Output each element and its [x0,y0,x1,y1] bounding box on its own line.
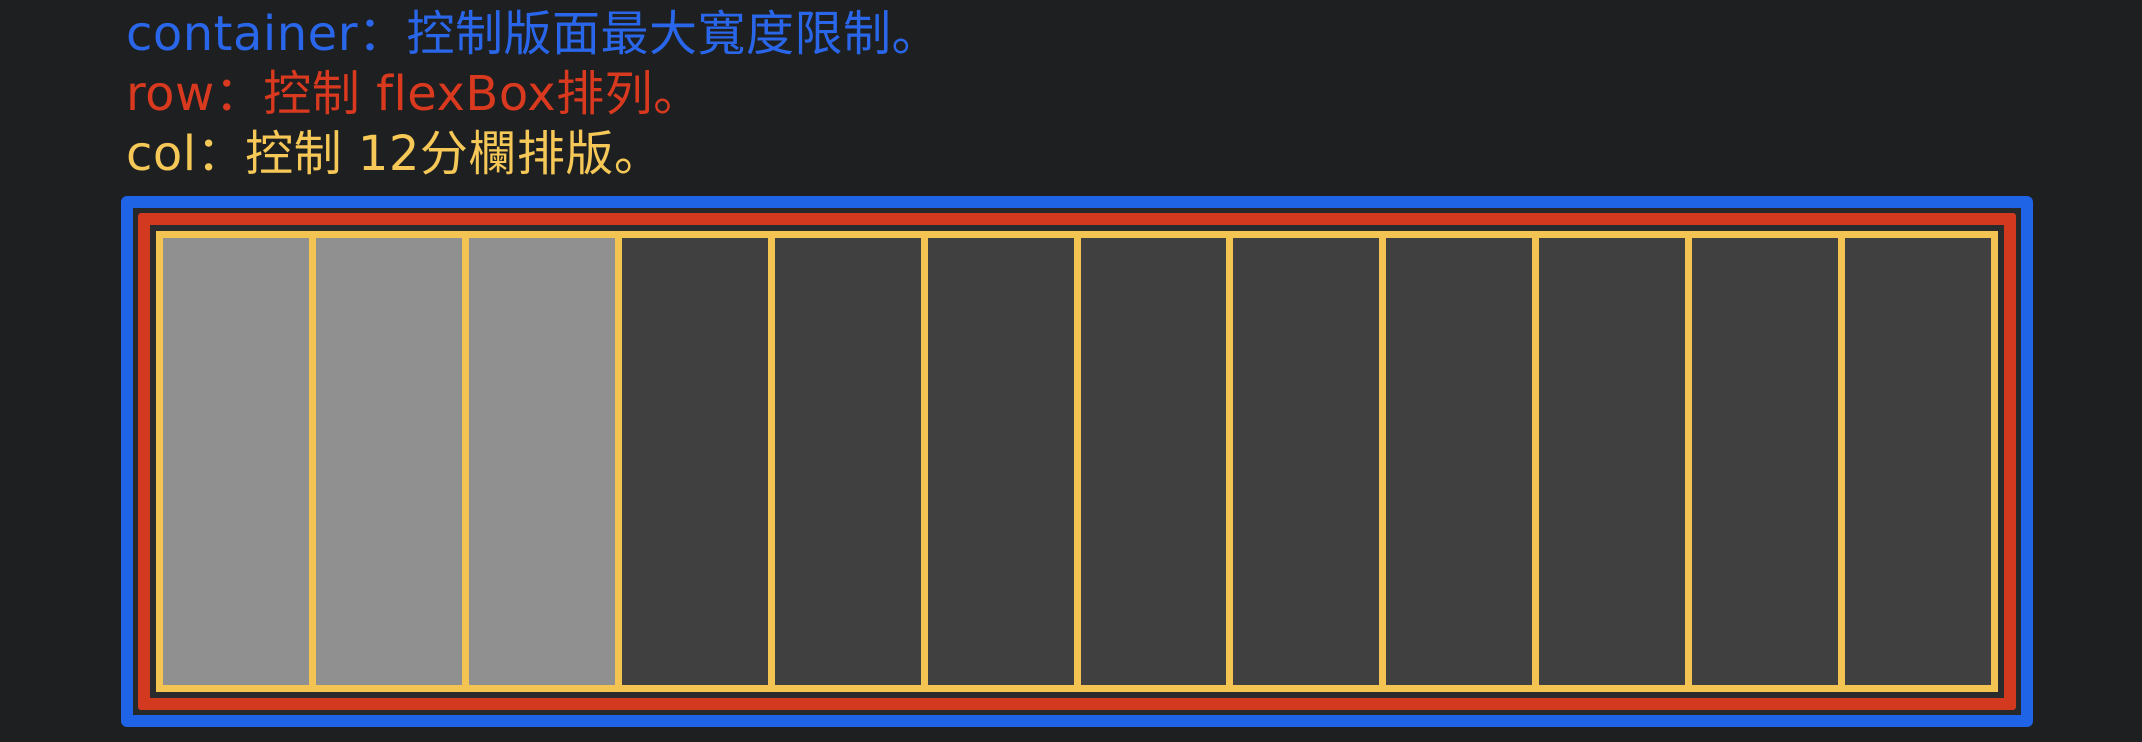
col-9 [1386,238,1533,685]
col-12 [1845,238,1992,685]
col-4 [621,238,768,685]
col-10 [1539,238,1686,685]
col-6 [927,238,1074,685]
col-grid [156,231,1998,692]
col-5 [774,238,921,685]
col-8 [1233,238,1380,685]
col-11 [1692,238,1839,685]
legend: container：控制版面最大寬度限制。 row：控制 flexBox排列。 … [126,4,1526,184]
legend-col-text: col：控制 12分欄排版。 [126,126,663,182]
col-3 [468,238,615,685]
row-box [138,213,2016,710]
grid-diagram: container：控制版面最大寬度限制。 row：控制 flexBox排列。 … [0,0,2142,742]
legend-container-text: container：控制版面最大寬度限制。 [126,6,940,62]
col-7 [1080,238,1227,685]
col-1 [163,238,309,685]
legend-row-text: row：控制 flexBox排列。 [126,66,702,122]
col-2 [315,238,462,685]
container-box [121,196,2033,727]
